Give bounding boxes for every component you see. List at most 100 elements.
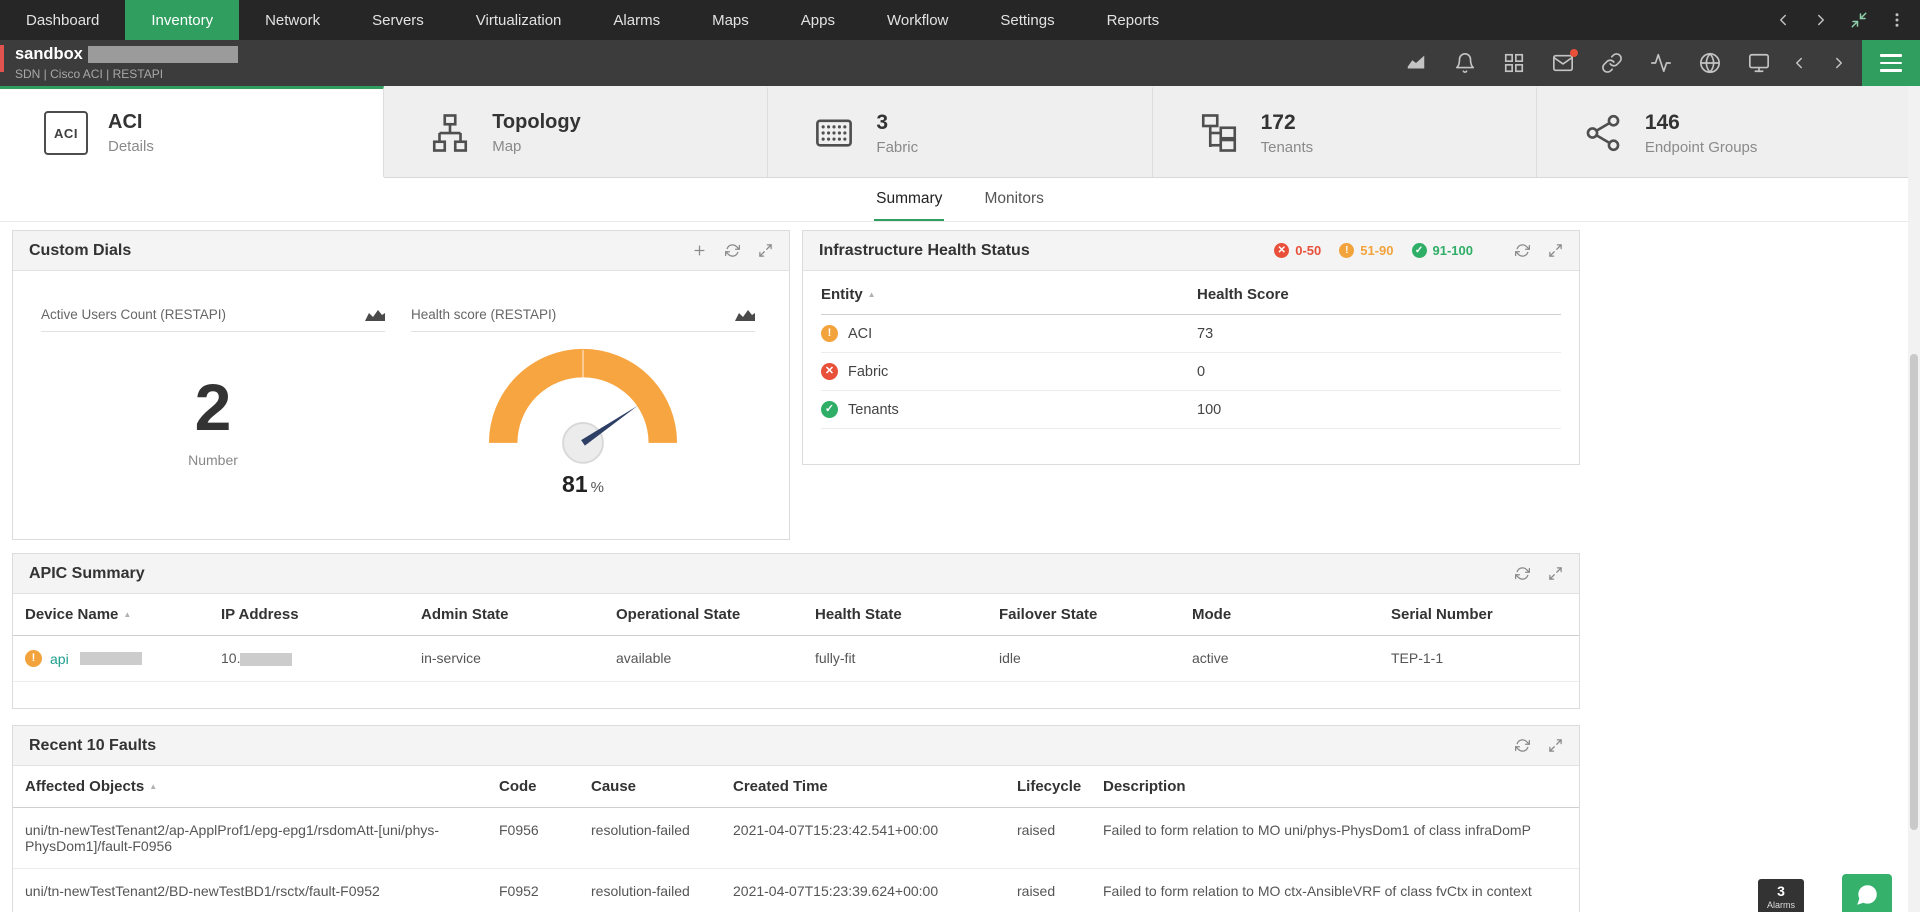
nav-item-apps[interactable]: Apps: [775, 0, 861, 40]
performance-activity-icon[interactable]: [1650, 52, 1672, 74]
console-icon[interactable]: [1748, 52, 1770, 74]
mode-value: active: [1180, 636, 1379, 682]
summary-monitors-tabs: Summary Monitors: [0, 178, 1920, 222]
tab-fabric[interactable]: 3 Fabric: [768, 86, 1152, 177]
nav-item-inventory[interactable]: Inventory: [125, 0, 239, 40]
refresh-icon[interactable]: [1515, 566, 1530, 581]
mail-icon[interactable]: [1552, 52, 1574, 74]
device-type-breadcrumb: SDN | Cisco ACI | RESTAPI: [15, 67, 238, 81]
legend-good: 91-100: [1412, 243, 1473, 258]
card-count: 172: [1261, 111, 1314, 135]
device-name: sandbox: [15, 45, 83, 64]
nav-item-maps[interactable]: Maps: [686, 0, 775, 40]
expand-icon[interactable]: [1548, 566, 1563, 581]
health-score-gauge: 81%: [411, 342, 755, 498]
health-row-fabric: Fabric 0: [821, 353, 1561, 391]
nav-item-reports[interactable]: Reports: [1081, 0, 1186, 40]
nav-item-network[interactable]: Network: [239, 0, 346, 40]
refresh-icon[interactable]: [1515, 738, 1530, 753]
widgets-grid-icon[interactable]: [1503, 52, 1525, 74]
column-description: Description: [1091, 766, 1579, 808]
expand-icon[interactable]: [1548, 243, 1563, 258]
nav-item-virtualization[interactable]: Virtualization: [450, 0, 588, 40]
dial-number-value: 2: [41, 374, 385, 440]
refresh-icon[interactable]: [725, 243, 740, 258]
nav-item-dashboard[interactable]: Dashboard: [0, 0, 125, 40]
scrollbar-thumb[interactable]: [1910, 354, 1918, 830]
column-entity[interactable]: Entity: [821, 286, 1197, 303]
alarm-count: 3: [1758, 883, 1804, 899]
panel-title: Custom Dials: [29, 242, 131, 260]
dial-label: Active Users Count (RESTAPI): [41, 307, 226, 322]
check-icon: [821, 401, 838, 418]
area-chart-icon[interactable]: [1405, 52, 1427, 74]
nav-item-settings[interactable]: Settings: [974, 0, 1080, 40]
legend-warning: 51-90: [1339, 243, 1393, 258]
apic-row: api 10. in-service available fully-fit i…: [13, 636, 1579, 682]
panel-header: Infrastructure Health Status 0-50 51-90 …: [803, 231, 1579, 271]
mini-chart-icon[interactable]: [735, 308, 755, 321]
card-title: Topology: [492, 111, 581, 134]
failover-state-value: idle: [987, 636, 1180, 682]
expand-icon[interactable]: [758, 243, 773, 258]
card-subtitle: Tenants: [1261, 139, 1314, 156]
affected-object: uni/tn-newTestTenant2/ap-ApplProf1/epg-e…: [13, 808, 487, 869]
tab-tenants[interactable]: 172 Tenants: [1153, 86, 1537, 177]
mini-chart-icon[interactable]: [365, 308, 385, 321]
tab-monitors[interactable]: Monitors: [982, 178, 1045, 221]
refresh-icon[interactable]: [1515, 243, 1530, 258]
panel-title: Infrastructure Health Status: [819, 242, 1030, 260]
nav-item-servers[interactable]: Servers: [346, 0, 450, 40]
tab-topology-map[interactable]: Topology Map: [384, 86, 768, 177]
column-cause: Cause: [579, 766, 721, 808]
tab-aci-details[interactable]: ACI ACI Details: [0, 86, 384, 177]
chat-bubble-icon: [1854, 882, 1880, 912]
globe-icon[interactable]: [1699, 52, 1721, 74]
card-subtitle: Fabric: [876, 139, 918, 156]
operational-state-value: available: [604, 636, 803, 682]
topology-icon: [426, 109, 474, 157]
hamburger-menu-button[interactable]: [1862, 40, 1920, 86]
nav-item-workflow[interactable]: Workflow: [861, 0, 974, 40]
nav-item-alarms[interactable]: Alarms: [587, 0, 686, 40]
column-device-name[interactable]: Device Name: [13, 594, 209, 636]
tab-summary[interactable]: Summary: [874, 178, 944, 221]
apic-summary-panel: APIC Summary Device Name IP Address Admi: [12, 553, 1580, 709]
device-title-block: sandbox SDN | Cisco ACI | RESTAPI: [15, 45, 238, 81]
aci-chip-icon: ACI: [42, 109, 90, 157]
prev-device-icon[interactable]: [1790, 54, 1808, 72]
kebab-menu-icon[interactable]: [1888, 11, 1906, 29]
health-state-value: fully-fit: [803, 636, 987, 682]
legend-critical: 0-50: [1274, 243, 1321, 258]
tab-endpoint-groups[interactable]: 146 Endpoint Groups: [1537, 86, 1920, 177]
inventory-tab-cards: ACI ACI Details Topology Map: [0, 86, 1920, 178]
chevron-right-icon[interactable]: [1812, 11, 1830, 29]
alarm-count-widget[interactable]: 3 Alarms: [1758, 879, 1804, 912]
health-status-table: Entity Health Score ACI 73 Fabric 0: [821, 275, 1561, 429]
link-icon[interactable]: [1601, 52, 1623, 74]
column-affected-objects[interactable]: Affected Objects: [13, 766, 487, 808]
next-device-icon[interactable]: [1830, 54, 1848, 72]
fault-cause: resolution-failed: [579, 808, 721, 869]
chevron-left-icon[interactable]: [1774, 11, 1792, 29]
expand-icon[interactable]: [1548, 738, 1563, 753]
device-toolbar: [1405, 40, 1770, 86]
panel-title: Recent 10 Faults: [29, 737, 156, 755]
gauge-value: 81%: [411, 471, 755, 498]
dial-active-users-count: Active Users Count (RESTAPI) 2 Number: [41, 307, 385, 468]
check-icon: [1412, 243, 1427, 258]
column-health-state: Health State: [803, 594, 987, 636]
minimize-icon[interactable]: [1850, 11, 1868, 29]
column-operational-state: Operational State: [604, 594, 803, 636]
alarm-bell-icon[interactable]: [1454, 52, 1476, 74]
dial-number-unit: Number: [41, 452, 385, 468]
add-dial-icon[interactable]: [692, 243, 707, 258]
fabric-icon: [810, 109, 858, 157]
critical-icon: [821, 363, 838, 380]
device-link[interactable]: api: [50, 651, 69, 667]
support-chat-button[interactable]: [1842, 874, 1892, 912]
panel-header: Custom Dials: [13, 231, 789, 271]
card-count: 146: [1645, 111, 1758, 135]
page: Dashboard Inventory Network Servers Virt…: [0, 0, 1920, 912]
column-admin-state: Admin State: [409, 594, 604, 636]
